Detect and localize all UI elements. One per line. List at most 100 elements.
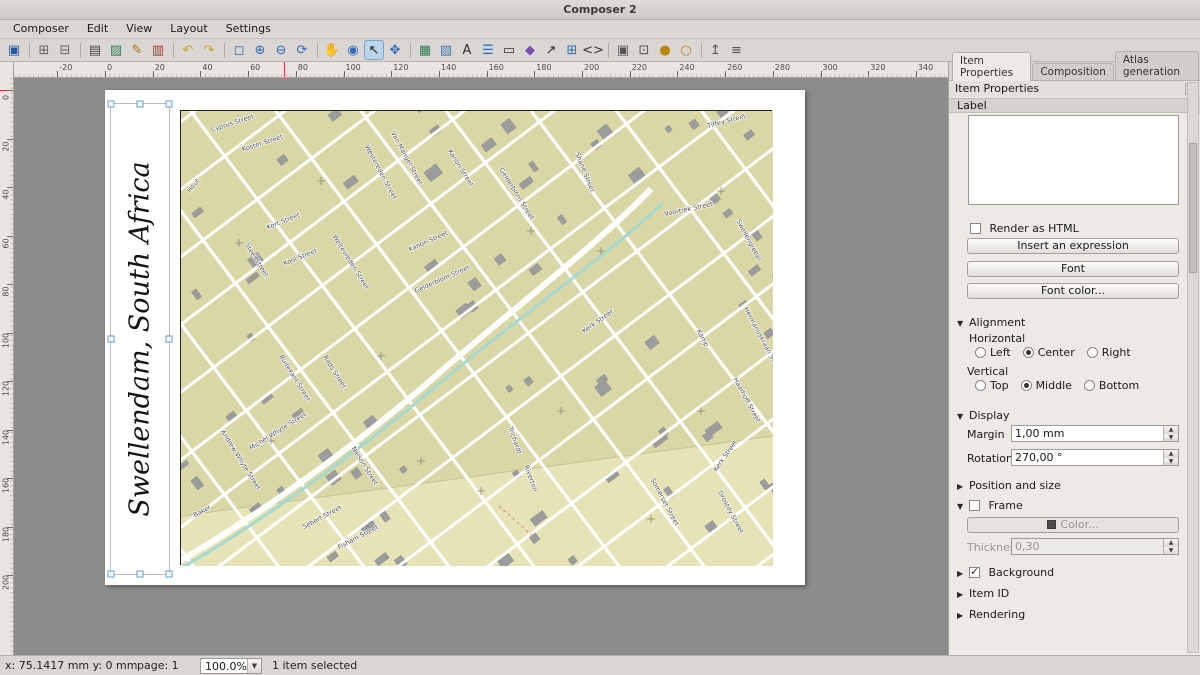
display-section-header[interactable]: Display — [957, 409, 1010, 423]
add-html-frame-icon[interactable]: <> — [583, 40, 603, 60]
selection-handle[interactable] — [108, 101, 115, 108]
alignment-section-header[interactable]: Alignment — [957, 316, 1025, 330]
chevron-down-icon[interactable] — [247, 659, 261, 673]
ruler-tick — [7, 139, 13, 140]
add-map-icon[interactable]: ▦ — [415, 40, 435, 60]
menu-settings[interactable]: Settings — [217, 20, 280, 38]
background-checkbox[interactable] — [969, 567, 980, 578]
duplicate-composition-icon[interactable]: ⊟ — [55, 40, 75, 60]
rendering-section-header[interactable]: Rendering — [957, 608, 1025, 622]
selection-handle[interactable] — [108, 571, 115, 578]
item-id-section-header[interactable]: Item ID — [957, 587, 1009, 601]
margin-spinbox[interactable] — [1011, 425, 1179, 442]
lock-items-icon[interactable]: ● — [655, 40, 675, 60]
add-legend-icon[interactable]: ☰ — [478, 40, 498, 60]
menu-layout[interactable]: Layout — [161, 20, 216, 38]
spin-up-icon[interactable] — [1164, 450, 1178, 458]
ruler-number: 200 — [584, 63, 599, 72]
label-item[interactable]: Swellendam, South Africa — [110, 103, 170, 575]
insert-expression-button[interactable]: Insert an expression — [967, 238, 1179, 254]
export-pdf-icon[interactable]: ▥ — [148, 40, 168, 60]
new-composition-icon[interactable]: ⊞ — [34, 40, 54, 60]
valign-bottom[interactable]: Bottom — [1084, 379, 1139, 392]
spin-up-icon[interactable] — [1164, 426, 1178, 434]
export-image-icon[interactable]: ▨ — [106, 40, 126, 60]
redo-icon[interactable]: ↷ — [199, 40, 219, 60]
ungroup-items-icon[interactable]: ⊡ — [634, 40, 654, 60]
selection-handle[interactable] — [166, 336, 173, 343]
ruler-tick — [105, 71, 106, 77]
zoom-out-icon[interactable]: ⊖ — [271, 40, 291, 60]
select-move-item-icon[interactable]: ↖ — [364, 40, 384, 60]
tab-item-properties[interactable]: Item Properties — [952, 52, 1031, 81]
raise-items-icon[interactable]: ↥ — [706, 40, 726, 60]
rotation-spinbox[interactable] — [1011, 449, 1179, 466]
unlock-items-icon[interactable]: ○ — [676, 40, 696, 60]
glyph: ▧ — [440, 44, 452, 57]
position-size-section-header[interactable]: Position and size — [957, 479, 1061, 493]
composition-page[interactable]: Swellendam, South Africa Cyprus StreetKo… — [105, 90, 805, 585]
menu-edit[interactable]: Edit — [78, 20, 117, 38]
add-scalebar-icon[interactable]: ▭ — [499, 40, 519, 60]
valign-top[interactable]: Top — [975, 379, 1009, 392]
glyph: ✎ — [132, 44, 143, 57]
align-items-icon[interactable]: ≡ — [727, 40, 747, 60]
menu-composer[interactable]: Composer — [4, 20, 78, 38]
font-color-button[interactable]: Font color... — [967, 283, 1179, 299]
add-image-icon[interactable]: ▧ — [436, 40, 456, 60]
ruler-number: 220 — [632, 63, 647, 72]
halign-center[interactable]: Center — [1023, 346, 1075, 359]
render-as-html-checkbox[interactable] — [970, 223, 981, 234]
add-table-icon[interactable]: ⊞ — [562, 40, 582, 60]
add-label-icon[interactable]: A — [457, 40, 477, 60]
move-item-content-icon[interactable]: ✥ — [385, 40, 405, 60]
selection-handle[interactable] — [166, 101, 173, 108]
zoom-combobox[interactable]: 100.0% — [200, 658, 262, 674]
group-items-icon[interactable]: ▣ — [613, 40, 633, 60]
zoom-in-icon[interactable]: ⊕ — [250, 40, 270, 60]
halign-left[interactable]: Left — [975, 346, 1011, 359]
render-as-html-row: Render as HTML — [970, 222, 1200, 238]
save-project-icon[interactable]: ▣ — [4, 40, 24, 60]
menu-view[interactable]: View — [117, 20, 161, 38]
spin-down-icon[interactable] — [1164, 434, 1178, 442]
spin-down-icon[interactable] — [1164, 458, 1178, 466]
radio-label: Middle — [1036, 379, 1072, 392]
composition-canvas[interactable]: Swellendam, South Africa Cyprus StreetKo… — [14, 78, 948, 655]
valign-middle[interactable]: Middle — [1021, 379, 1072, 392]
glyph: ▭ — [503, 44, 515, 57]
selection-handle[interactable] — [137, 101, 144, 108]
add-shape-icon[interactable]: ◆ — [520, 40, 540, 60]
margin-input[interactable] — [1015, 426, 1162, 441]
ruler-tick — [391, 71, 392, 77]
selection-handle[interactable] — [108, 336, 115, 343]
export-svg-icon[interactable]: ✎ — [127, 40, 147, 60]
tab-atlas-generation[interactable]: Atlas generation — [1115, 51, 1199, 80]
add-arrow-icon[interactable]: ↗ — [541, 40, 561, 60]
print-icon[interactable]: ▤ — [85, 40, 105, 60]
ruler-tick — [487, 71, 488, 77]
undo-icon[interactable]: ↶ — [178, 40, 198, 60]
zoom-region-icon[interactable]: ◉ — [343, 40, 363, 60]
background-section-header[interactable]: Background — [957, 566, 1054, 580]
radio-label: Bottom — [1099, 379, 1139, 392]
selection-handle[interactable] — [166, 571, 173, 578]
scrollbar-thumb[interactable] — [1189, 143, 1197, 273]
pan-icon[interactable]: ✋ — [322, 40, 342, 60]
selection-handle[interactable] — [137, 571, 144, 578]
rotation-input[interactable] — [1015, 450, 1162, 465]
page-indicator: page: 1 — [137, 659, 179, 672]
tab-composition[interactable]: Composition — [1032, 63, 1114, 80]
frame-section-header[interactable]: Frame — [957, 499, 1023, 513]
font-button[interactable]: Font — [967, 261, 1179, 277]
zoom-full-icon[interactable]: ◻ — [229, 40, 249, 60]
expand-arrow-icon — [957, 569, 969, 578]
label-text-input[interactable] — [968, 115, 1179, 205]
panel-scrollbar[interactable] — [1187, 82, 1199, 653]
frame-color-button[interactable]: Color... — [967, 517, 1179, 533]
refresh-view-icon[interactable]: ⟳ — [292, 40, 312, 60]
frame-checkbox[interactable] — [969, 500, 980, 511]
halign-right[interactable]: Right — [1087, 346, 1131, 359]
map-item[interactable]: Cyprus StreetKoster StreetHoutKort Stree… — [180, 110, 772, 565]
expand-arrow-icon — [957, 590, 969, 599]
